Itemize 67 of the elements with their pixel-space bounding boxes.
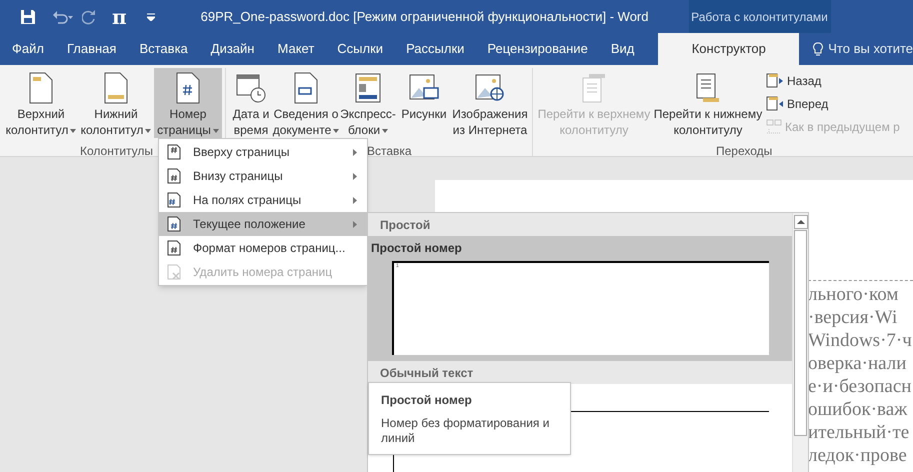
scroll-up-icon[interactable]: [794, 215, 808, 229]
group-label: Вставка: [367, 143, 412, 160]
ribbon-tab[interactable]: Главная: [58, 33, 126, 65]
number-format-icon: [167, 240, 181, 256]
page-number-icon: [167, 216, 181, 232]
page-top-number-icon: [167, 144, 181, 160]
document-text-line: ошибок·важ: [808, 398, 908, 421]
group-label: Колонтитулы: [80, 143, 154, 160]
calendar-clock-icon: [235, 72, 267, 104]
document-text-line: е·и·безопасн: [808, 375, 912, 398]
menu-item[interactable]: Внизу страницы: [159, 164, 367, 188]
tell-me-field[interactable]: Что вы хотите: [813, 33, 913, 65]
ribbon-tab[interactable]: Рассылки: [397, 33, 474, 65]
document-text-line: оверка·нали: [808, 352, 908, 375]
tooltip-title: Простой номер: [381, 392, 473, 409]
window-title: 69PR_One-password.doc [Режим ограниченной функциональности] - Word: [200, 8, 648, 26]
menu-item[interactable]: На полях страницы: [159, 188, 367, 212]
blocks-icon: [354, 72, 382, 104]
header-page-icon: [28, 72, 54, 104]
ribbon-tab[interactable]: Дизайн: [202, 33, 264, 65]
document-field-icon: [293, 72, 319, 104]
ribbon-small-button[interactable]: Вперед: [766, 92, 900, 115]
document-text-line: ительный·те: [808, 421, 910, 444]
document-text-line: ·версия·Wi: [808, 306, 898, 329]
ribbon-button[interactable]: Перейти к нижнему колонтитулу: [652, 68, 764, 138]
menu-item[interactable]: Формат номеров страниц...: [159, 236, 367, 260]
page-margin-number-icon: [167, 192, 181, 208]
ribbon-button[interactable]: Сведения о документе: [273, 68, 339, 138]
ribbon-tab[interactable]: Рецензирование: [478, 33, 597, 65]
ribbon-tab[interactable]: Макет: [268, 33, 324, 65]
group-label: Переходы: [716, 143, 772, 160]
ribbon-tab[interactable]: Файл: [3, 33, 53, 65]
ribbon-button[interactable]: Экспресс- блоки: [339, 68, 397, 138]
ribbon-button[interactable]: Верхний колонтитул: [4, 68, 78, 138]
ribbon-small-button[interactable]: Назад: [766, 69, 900, 92]
document-text-line: Windows·7·ч: [808, 329, 913, 352]
previous-section-icon: [766, 72, 784, 88]
remove-number-icon: [167, 264, 181, 280]
ribbon-tab[interactable]: Конструктор: [658, 33, 800, 65]
document-text-line: ледок·прове: [808, 444, 908, 467]
ribbon-button[interactable]: Рисунки: [397, 68, 451, 138]
lightbulb-icon: [813, 42, 824, 56]
ribbon-button[interactable]: Изображения из Интернета: [451, 68, 529, 138]
tooltip-text: Номер без форматирования и линий: [381, 416, 550, 446]
gallery-section-header: Простой: [368, 213, 792, 236]
ribbon-button[interactable]: Нижний колонтитул: [78, 68, 154, 138]
next-section-icon: [766, 96, 784, 112]
ribbon-button[interactable]: Дата и время: [229, 68, 273, 138]
ribbon-button[interactable]: Номер страницы: [154, 68, 222, 138]
equation-button[interactable]: π: [112, 6, 127, 26]
page-bottom-number-icon: [167, 168, 181, 184]
undo-icon[interactable]: [52, 8, 74, 24]
footer-page-icon: [103, 72, 129, 104]
scroll-thumb[interactable]: [794, 230, 807, 436]
ribbon-tab[interactable]: Вставка: [130, 33, 197, 65]
page-number-icon: [175, 72, 201, 104]
menu-item[interactable]: Текущее положение: [159, 212, 367, 236]
gallery-section-header: Обычный текст: [368, 361, 792, 384]
menu-item[interactable]: Вверху страницы: [159, 140, 367, 164]
scrollbar[interactable]: [792, 213, 808, 472]
ribbon-tab[interactable]: Ссылки: [328, 33, 392, 65]
context-tab-header: Работа с колонтитулами: [688, 0, 830, 33]
link-previous-icon: [766, 118, 782, 134]
document-text-line: льного·ком: [808, 283, 900, 306]
customize-caret-icon[interactable]: [146, 12, 155, 20]
save-icon[interactable]: [20, 8, 36, 24]
ribbon-tab[interactable]: Вид: [602, 33, 644, 65]
